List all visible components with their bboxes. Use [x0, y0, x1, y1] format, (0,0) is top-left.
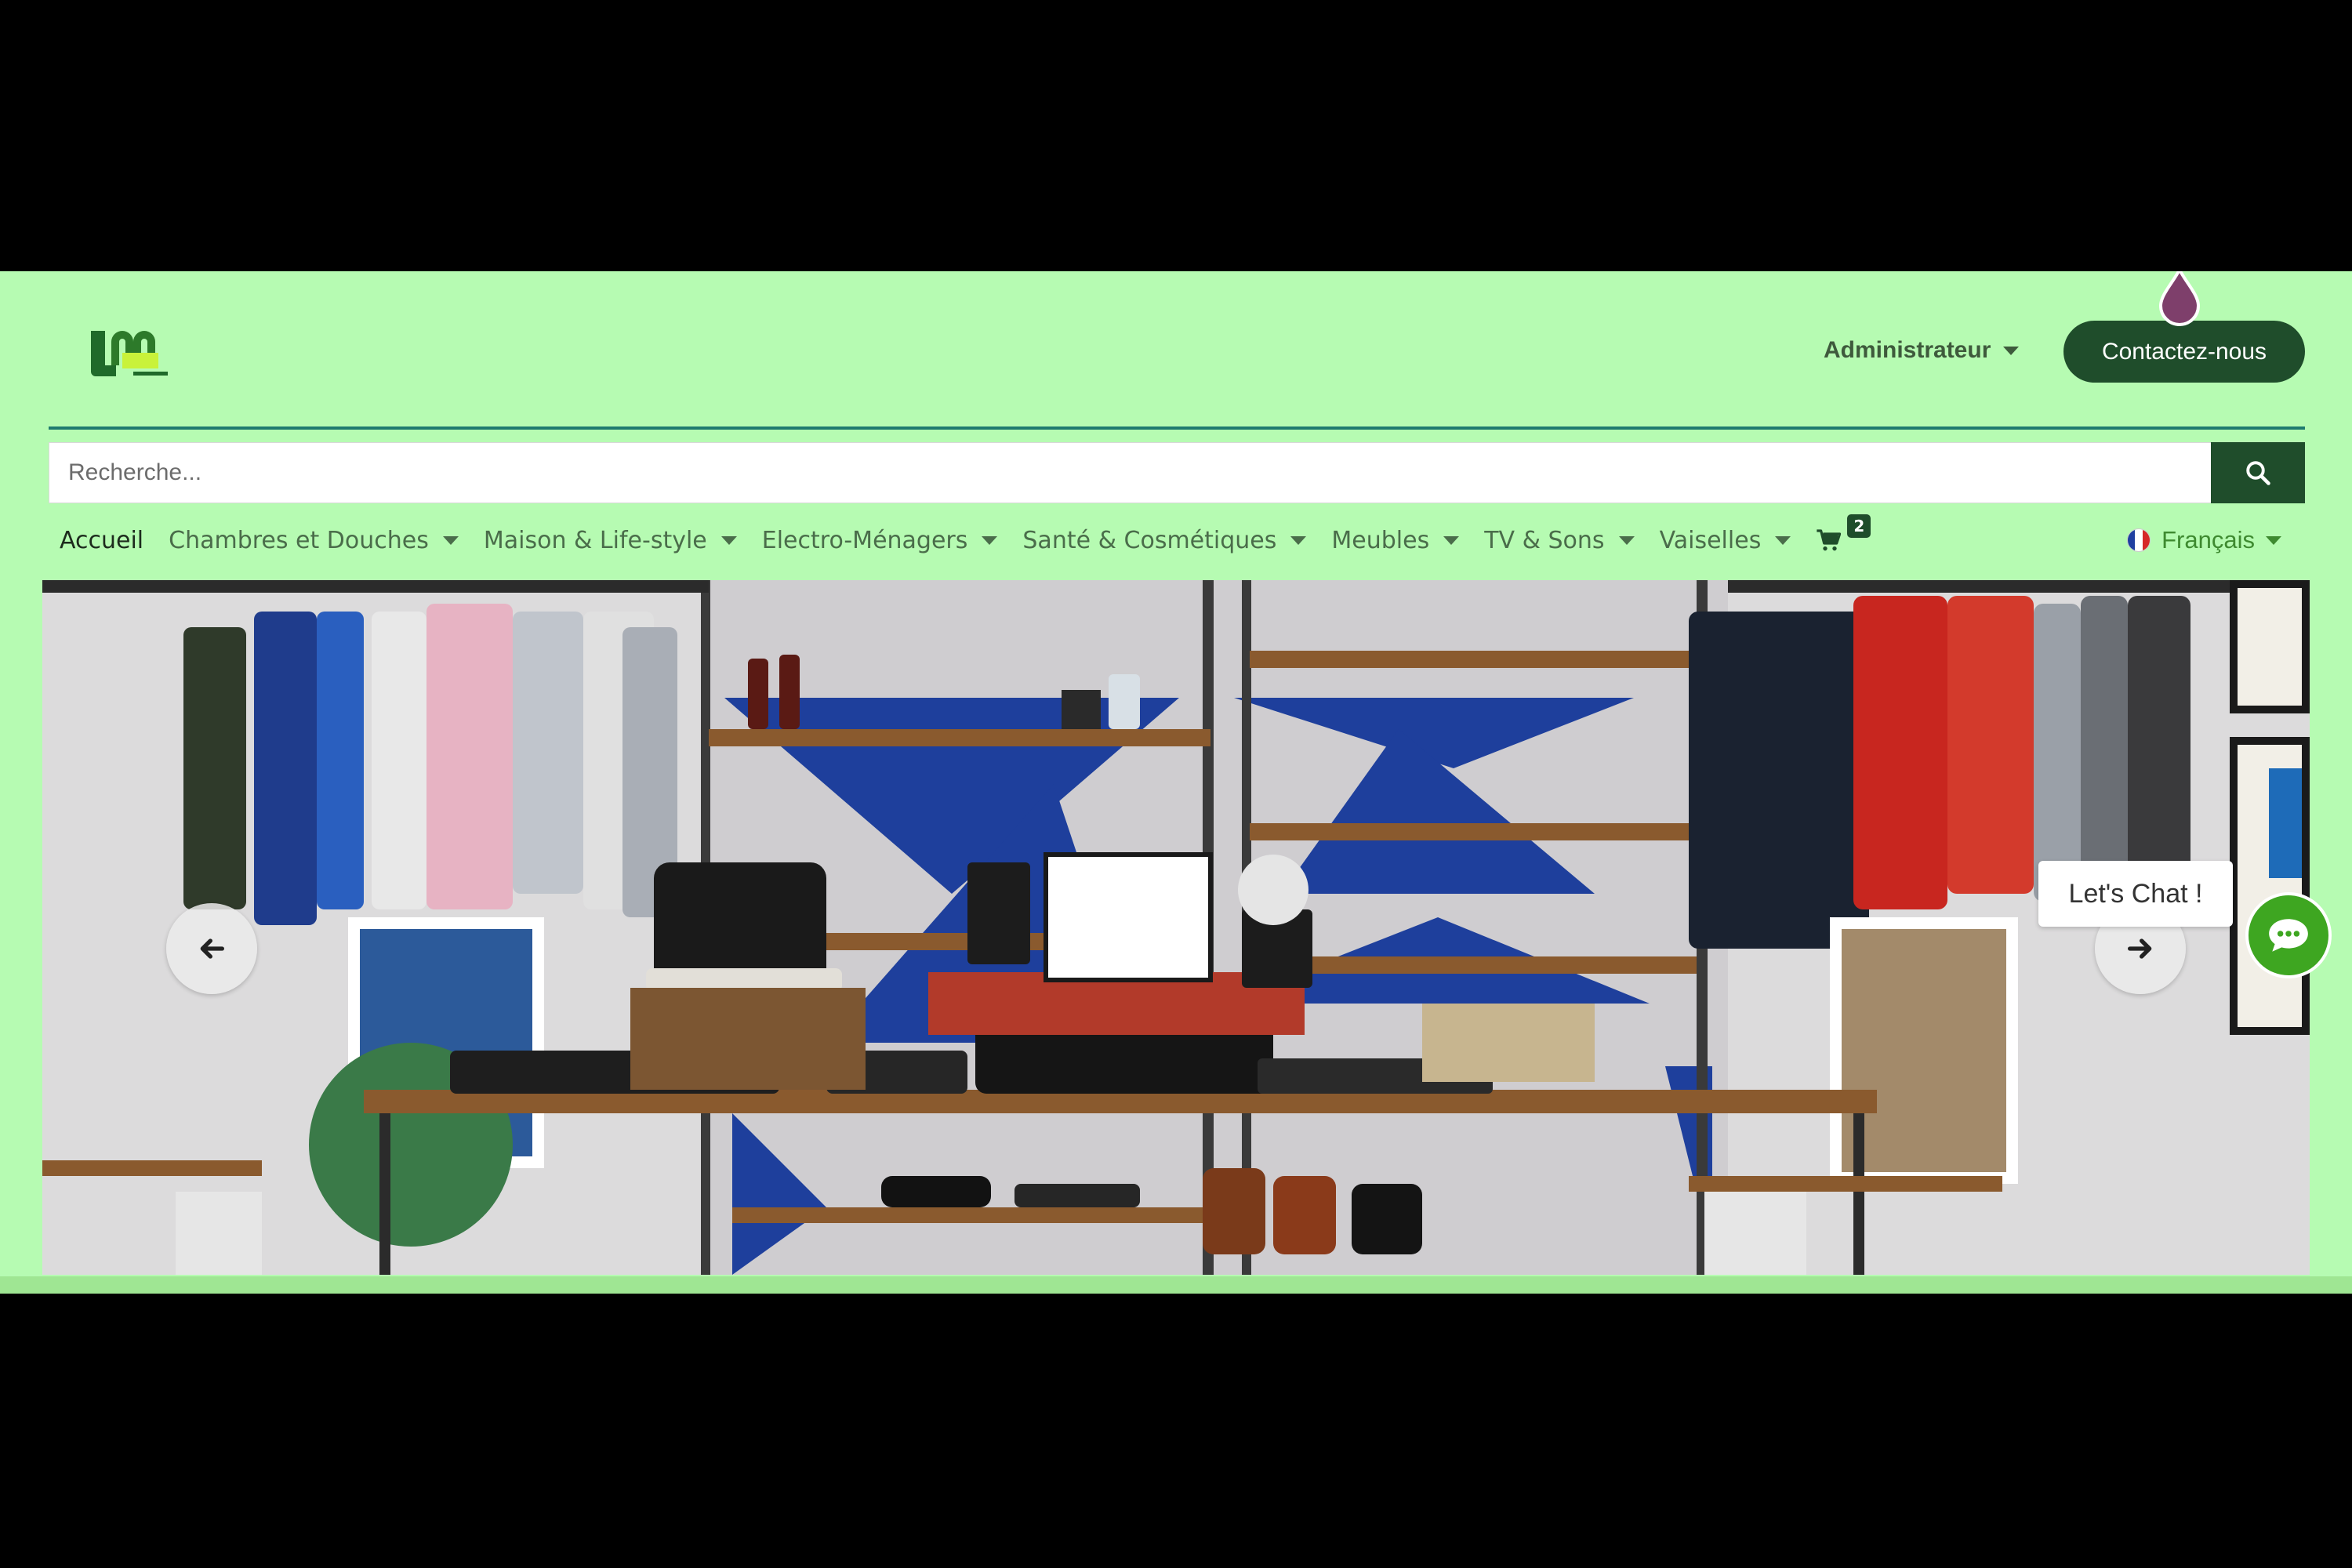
nav-item-label: Electro-Ménagers: [761, 526, 968, 554]
language-label: Français: [2161, 526, 2255, 554]
chat-icon: [2269, 919, 2308, 952]
chevron-down-icon: [1618, 535, 1635, 545]
nav-item-accueil[interactable]: Accueil: [60, 527, 143, 554]
chevron-down-icon: [1290, 535, 1307, 545]
arrow-left-icon: [200, 938, 224, 959]
admin-label: Administrateur: [1824, 337, 1991, 363]
cart-link[interactable]: 2: [1816, 514, 1871, 552]
nav-item-label: TV & Sons: [1484, 526, 1605, 554]
search-bar: [49, 442, 2305, 503]
nav-item-electro[interactable]: Electro-Ménagers: [762, 527, 998, 554]
nav-item-label: Meubles: [1331, 526, 1430, 554]
nav-item-label: Chambres et Douches: [169, 526, 429, 554]
header-divider: [49, 426, 2305, 430]
website: Administrateur Contactez-nous Accueil Ch…: [0, 271, 2352, 1294]
france-flag-icon: [2127, 528, 2151, 552]
site-logo[interactable]: [88, 325, 171, 383]
contact-button[interactable]: Contactez-nous: [2063, 321, 2305, 383]
nav-item-maison[interactable]: Maison & Life-style: [484, 527, 737, 554]
nav-item-label: Vaiselles: [1659, 526, 1762, 554]
nav-item-tv[interactable]: TV & Sons: [1484, 526, 1635, 554]
hero-image: [42, 580, 2310, 1275]
nav-item-sante[interactable]: Santé & Cosmétiques: [1022, 526, 1307, 554]
chat-open-button[interactable]: [2245, 892, 2332, 978]
nav-item-vaiselles[interactable]: Vaiselles: [1660, 527, 1791, 554]
main-nav: Accueil Chambres et Douches Maison & Lif…: [49, 514, 2305, 560]
language-selector[interactable]: Français: [2127, 521, 2281, 560]
chevron-down-icon: [2266, 535, 2281, 545]
nav-item-label: Maison & Life-style: [483, 526, 707, 554]
footer-strip: [0, 1276, 2352, 1294]
chevron-down-icon: [1775, 535, 1791, 545]
chat-bubble[interactable]: Let's Chat !: [2038, 861, 2233, 927]
shopping-cart-icon: [1817, 529, 1842, 551]
search-icon: [2246, 461, 2270, 485]
arrow-right-icon: [2128, 938, 2152, 959]
carousel-prev-button[interactable]: [166, 903, 257, 994]
chevron-down-icon: [720, 535, 737, 545]
chevron-down-icon: [2003, 346, 2020, 355]
nav-item-meubles[interactable]: Meubles: [1331, 526, 1460, 554]
nav-item-label: Accueil: [60, 526, 144, 554]
chevron-down-icon: [982, 535, 998, 545]
cart-count-badge: 2: [1847, 514, 1871, 538]
chat-bubble-text: Let's Chat !: [2068, 878, 2203, 909]
drop-icon: [2158, 271, 2201, 326]
nav-item-label: Santé & Cosmétiques: [1022, 526, 1277, 554]
chevron-down-icon: [1443, 535, 1460, 545]
chevron-down-icon: [442, 535, 459, 545]
admin-menu[interactable]: Administrateur: [1824, 337, 2020, 364]
nav-item-chambres[interactable]: Chambres et Douches: [169, 527, 459, 554]
search-input[interactable]: [49, 442, 2211, 503]
search-button[interactable]: [2211, 442, 2305, 503]
hero-carousel: [42, 580, 2310, 1275]
